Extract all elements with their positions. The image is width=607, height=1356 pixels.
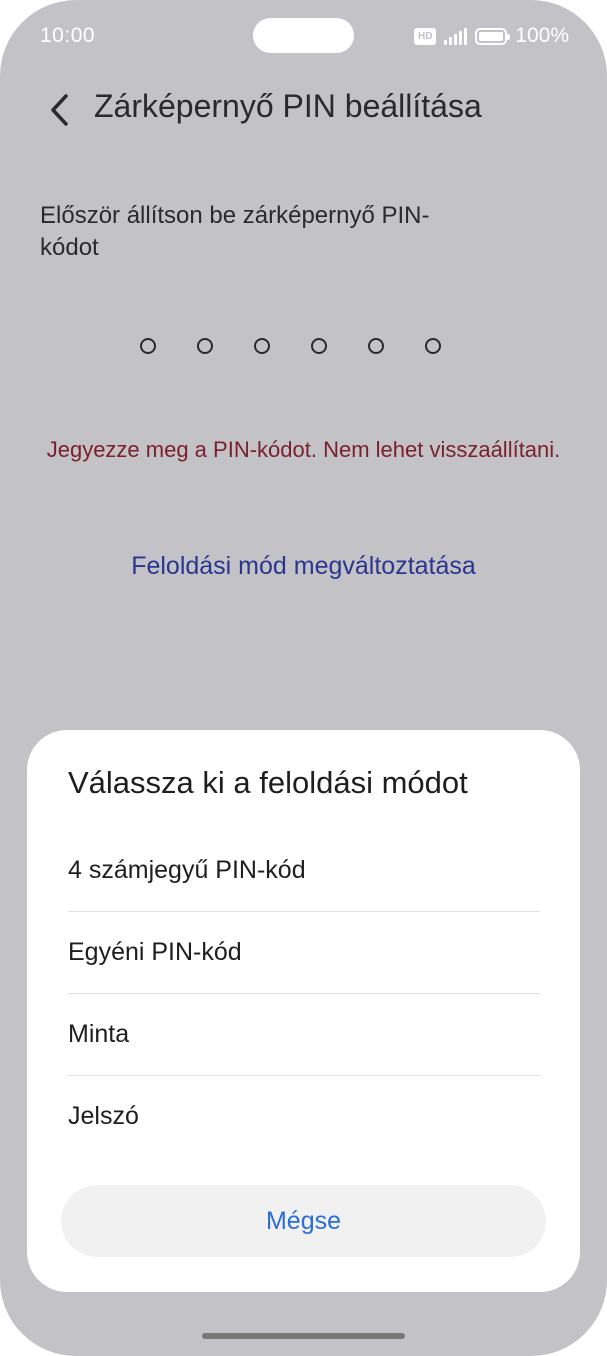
phone-screen: 10:00 HD 100% Zárképernyő PIN beállítása… [0,0,607,1356]
cancel-button[interactable]: Mégse [61,1185,546,1257]
camera-notch [253,18,354,53]
change-unlock-mode-link[interactable]: Feloldási mód megváltoztatása [0,552,607,581]
status-indicators: HD 100% [414,24,569,48]
option-pattern[interactable]: Minta [68,994,540,1076]
instruction-text: Először állítson be zárképernyő PIN-kódo… [40,202,430,261]
back-button[interactable] [40,86,84,134]
option-custom-pin[interactable]: Egyéni PIN-kód [68,912,540,994]
status-time: 10:00 [40,24,96,47]
pin-warning-text: Jegyezze meg a PIN-kódot. Nem lehet viss… [46,437,561,462]
pin-dot [368,338,384,354]
pin-dot [140,338,156,354]
option-4-digit-pin[interactable]: 4 számjegyű PIN-kód [68,830,540,912]
chevron-left-icon [51,94,68,126]
pin-dot [311,338,327,354]
signal-icon [444,27,468,45]
battery-icon [475,27,511,45]
home-indicator[interactable] [202,1333,405,1339]
battery-percent: 100% [515,24,569,47]
page-title: Zárképernyő PIN beállítása [94,88,482,124]
pin-entry-indicator[interactable] [140,338,441,354]
pin-dot [254,338,270,354]
hd-icon: HD [414,27,437,45]
pin-dot [425,338,441,354]
unlock-mode-options: 4 számjegyű PIN-kód Egyéni PIN-kód Minta… [68,830,540,1157]
unlock-mode-sheet: Válassza ki a feloldási módot 4 számjegy… [27,730,580,1292]
pin-dot [197,338,213,354]
option-password[interactable]: Jelszó [68,1076,540,1157]
sheet-title: Válassza ki a feloldási módot [68,765,468,800]
